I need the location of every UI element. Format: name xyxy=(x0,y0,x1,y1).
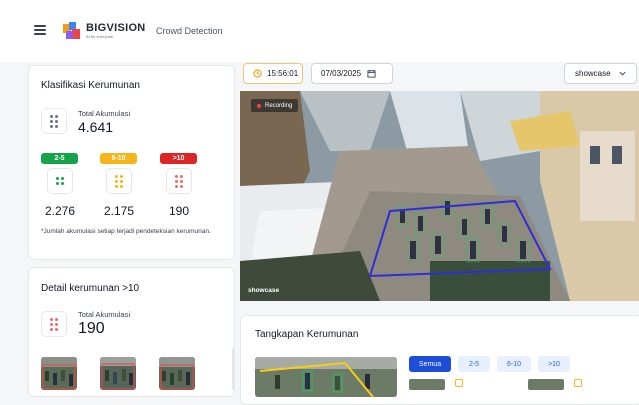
recording-indicator: Recording xyxy=(251,99,299,112)
street-scene xyxy=(240,91,639,301)
detail-total-value: 190 xyxy=(78,320,105,337)
crowd-detail-icon xyxy=(41,311,67,337)
brand-logo[interactable]: BIGVISION AI for everyone xyxy=(62,21,146,41)
klasifikasi-title: Klasifikasi Kerumunan xyxy=(41,80,140,91)
calendar-icon xyxy=(367,69,376,78)
clock-icon xyxy=(253,69,262,78)
chevron-down-icon xyxy=(619,71,626,76)
capture-thumbnail[interactable] xyxy=(255,357,397,397)
crowd-10-plus-icon xyxy=(166,168,192,194)
detail-thumbnail[interactable] xyxy=(41,357,77,390)
time-value: 15:56:01 xyxy=(267,69,299,78)
camera-select[interactable]: showcase xyxy=(564,63,637,84)
filter-semua[interactable]: Semua xyxy=(409,356,451,372)
top-bar: BIGVISION AI for everyone Crowd Detectio… xyxy=(0,0,639,62)
category-badge-2-5: 2-5 xyxy=(41,153,78,164)
brand-tagline: AI for everyone xyxy=(86,34,114,39)
detail-title: Detail kerumunan >10 xyxy=(41,283,140,294)
time-display[interactable]: 15:56:01 xyxy=(243,63,303,84)
crowd-6-10-icon xyxy=(455,379,463,387)
hamburger-menu-icon[interactable] xyxy=(34,25,46,35)
category-value-10-plus: 190 xyxy=(168,204,190,218)
category-badge-6-10: 6-10 xyxy=(100,153,137,164)
filter-10-plus[interactable]: >10 xyxy=(538,356,570,372)
filter-2-5[interactable]: 2-5 xyxy=(458,356,490,372)
detail-scrollbar[interactable] xyxy=(232,348,235,390)
category-value-2-5: 2.276 xyxy=(44,204,76,218)
detail-total-label: Total Akumulasi xyxy=(78,310,131,319)
filter-6-10[interactable]: 6-10 xyxy=(497,356,531,372)
crowd-2-5-icon xyxy=(47,168,73,194)
recording-label: Recording xyxy=(265,102,293,109)
category-value-6-10: 2.175 xyxy=(103,204,135,218)
crowd-total-icon xyxy=(41,108,67,134)
tangkapan-title: Tangkapan Kerumunan xyxy=(255,329,359,340)
camera-name-label: showcase xyxy=(248,287,280,294)
total-akumulasi-value: 4.641 xyxy=(78,119,114,135)
app-title: Crowd Detection xyxy=(156,26,223,36)
brand-name: BIGVISION xyxy=(86,22,146,34)
date-picker[interactable]: 07/03/2025 xyxy=(311,63,393,84)
camera-select-value: showcase xyxy=(575,69,611,78)
detail-thumbnail[interactable] xyxy=(100,357,136,390)
total-akumulasi-label: Total Akumulasi xyxy=(78,109,131,118)
category-badge-10-plus: >10 xyxy=(160,153,197,164)
accumulation-note: *Jumlah akumulasi setiap terjadi pendete… xyxy=(41,228,211,235)
date-value: 07/03/2025 xyxy=(321,69,362,78)
capture-item-thumbnail[interactable] xyxy=(528,379,564,390)
recording-dot-icon xyxy=(257,103,261,108)
camera-feed[interactable]: Recording showcase xyxy=(240,91,639,301)
crowd-6-10-icon xyxy=(106,168,132,194)
crowd-6-10-icon xyxy=(574,379,582,387)
detail-thumbnail[interactable] xyxy=(159,357,195,390)
brand-logo-mark-icon xyxy=(63,22,80,39)
capture-item-thumbnail[interactable] xyxy=(409,379,445,390)
